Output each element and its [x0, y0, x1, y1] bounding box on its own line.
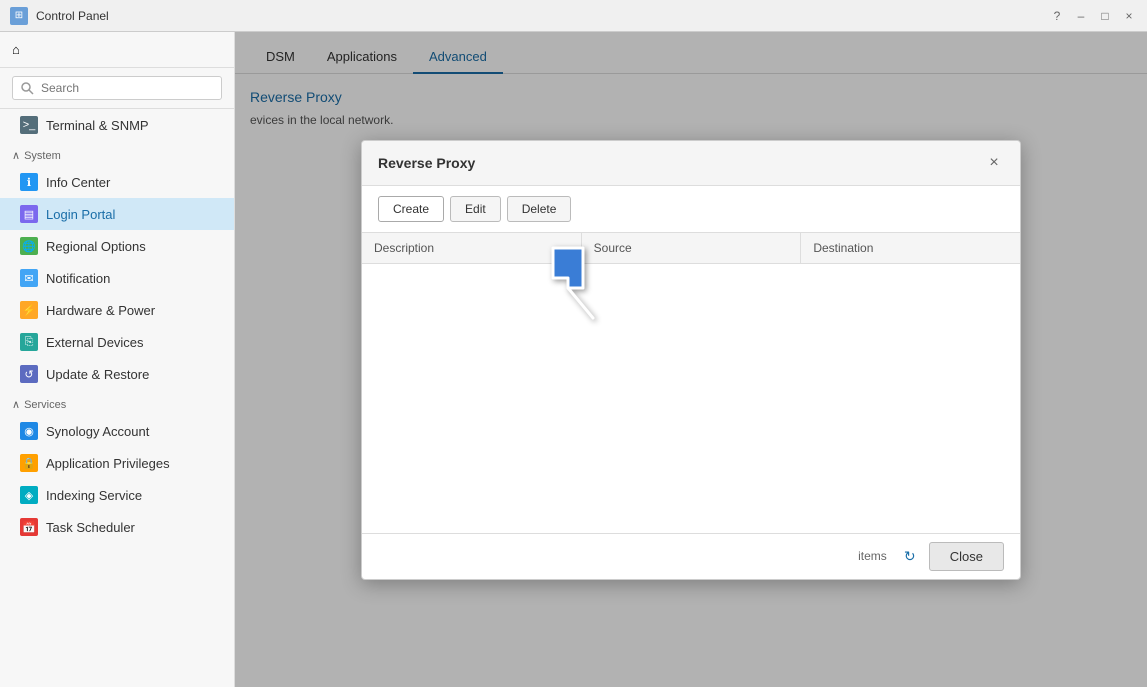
app-icon: ⊞	[10, 7, 28, 25]
sidebar: ⌂ >_ Terminal & SNMP ∧ System ℹ Info Cen…	[0, 32, 235, 687]
table-header: Description Source Destination	[362, 233, 1020, 264]
minimize-button[interactable]: –	[1073, 8, 1089, 24]
search-wrapper	[12, 76, 222, 100]
sidebar-home-button[interactable]: ⌂	[0, 32, 234, 68]
sidebar-item-label-info: Info Center	[46, 175, 110, 190]
terminal-icon: >_	[20, 116, 38, 134]
col-source: Source	[582, 233, 802, 263]
sidebar-item-regional[interactable]: 🌐 Regional Options	[0, 230, 234, 262]
refresh-button[interactable]: ↻	[899, 545, 921, 567]
modal-title: Reverse Proxy	[378, 155, 475, 171]
content-area: DSM Applications Advanced Reverse Proxy …	[235, 32, 1147, 687]
sidebar-item-apppriv[interactable]: 🔒 Application Privileges	[0, 447, 234, 479]
sidebar-item-hardware[interactable]: ⚡ Hardware & Power	[0, 294, 234, 326]
sidebar-item-task[interactable]: 📅 Task Scheduler	[0, 511, 234, 543]
sidebar-item-info-center[interactable]: ℹ Info Center	[0, 166, 234, 198]
task-icon: 📅	[20, 518, 38, 536]
synology-icon: ◉	[20, 422, 38, 440]
modal-header: Reverse Proxy ×	[362, 141, 1020, 186]
app-title: Control Panel	[36, 9, 109, 23]
maximize-button[interactable]: □	[1097, 8, 1113, 24]
edit-button[interactable]: Edit	[450, 196, 501, 222]
items-label: items	[378, 549, 887, 563]
section-arrow-system: ∧	[12, 149, 20, 162]
sidebar-item-label-notification: Notification	[46, 271, 110, 286]
main-layout: ⌂ >_ Terminal & SNMP ∧ System ℹ Info Cen…	[0, 32, 1147, 687]
modal-footer: items ↻ Close	[362, 533, 1020, 579]
col-description: Description	[362, 233, 582, 263]
sidebar-item-label-login: Login Portal	[46, 207, 115, 222]
sidebar-search-area	[0, 68, 234, 109]
sidebar-item-label-hardware: Hardware & Power	[46, 303, 155, 318]
titlebar-left: ⊞ Control Panel	[10, 7, 109, 25]
sidebar-item-label-regional: Regional Options	[46, 239, 146, 254]
notification-icon: ✉	[20, 269, 38, 287]
sidebar-item-label-synology: Synology Account	[46, 424, 149, 439]
sidebar-item-label-apppriv: Application Privileges	[46, 456, 170, 471]
section-label-services: Services	[24, 399, 66, 411]
hardware-icon: ⚡	[20, 301, 38, 319]
update-icon: ↺	[20, 365, 38, 383]
sidebar-item-label-indexing: Indexing Service	[46, 488, 142, 503]
apppriv-icon: 🔒	[20, 454, 38, 472]
login-icon: ▤	[20, 205, 38, 223]
sidebar-item-indexing[interactable]: ◈ Indexing Service	[0, 479, 234, 511]
modal-toolbar: Create Edit Delete	[362, 186, 1020, 233]
sidebar-item-external[interactable]: ⎘ External Devices	[0, 326, 234, 358]
titlebar-controls: ? – □ ×	[1049, 8, 1137, 24]
info-icon: ℹ	[20, 173, 38, 191]
sidebar-section-system[interactable]: ∧ System	[0, 141, 234, 166]
reverse-proxy-modal: Reverse Proxy × Create Edit Delete Descr…	[361, 140, 1021, 580]
modal-table: Description Source Destination	[362, 233, 1020, 533]
search-input[interactable]	[12, 76, 222, 100]
close-modal-button[interactable]: Close	[929, 542, 1004, 571]
sidebar-item-update[interactable]: ↺ Update & Restore	[0, 358, 234, 390]
sidebar-item-label-terminal: Terminal & SNMP	[46, 118, 149, 133]
sidebar-item-terminal[interactable]: >_ Terminal & SNMP	[0, 109, 234, 141]
delete-button[interactable]: Delete	[507, 196, 572, 222]
modal-close-button[interactable]: ×	[984, 153, 1004, 173]
indexing-icon: ◈	[20, 486, 38, 504]
section-label-system: System	[24, 150, 61, 162]
close-window-button[interactable]: ×	[1121, 8, 1137, 24]
sidebar-item-synology[interactable]: ◉ Synology Account	[0, 415, 234, 447]
section-arrow-services: ∧	[12, 398, 20, 411]
table-body	[362, 264, 1020, 514]
modal-overlay: Reverse Proxy × Create Edit Delete Descr…	[235, 32, 1147, 687]
sidebar-item-label-update: Update & Restore	[46, 367, 149, 382]
regional-icon: 🌐	[20, 237, 38, 255]
help-button[interactable]: ?	[1049, 8, 1065, 24]
titlebar: ⊞ Control Panel ? – □ ×	[0, 0, 1147, 32]
col-destination: Destination	[801, 233, 1020, 263]
sidebar-section-services[interactable]: ∧ Services	[0, 390, 234, 415]
external-icon: ⎘	[20, 333, 38, 351]
create-button[interactable]: Create	[378, 196, 444, 222]
sidebar-item-notification[interactable]: ✉ Notification	[0, 262, 234, 294]
sidebar-item-label-task: Task Scheduler	[46, 520, 135, 535]
sidebar-item-label-external: External Devices	[46, 335, 144, 350]
home-icon: ⌂	[12, 42, 20, 57]
sidebar-item-login-portal[interactable]: ▤ Login Portal	[0, 198, 234, 230]
